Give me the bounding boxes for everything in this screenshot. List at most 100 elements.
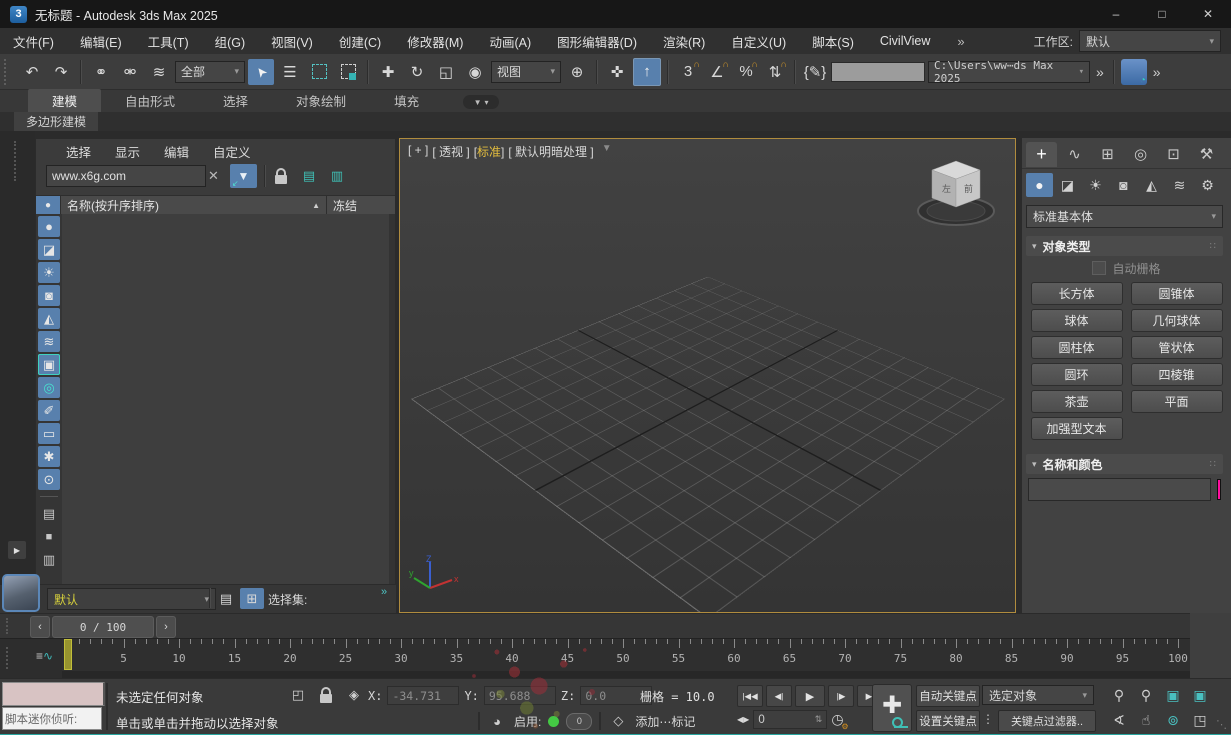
workspace-dropdown[interactable]: 默认 ▾ <box>1079 30 1221 52</box>
filter-particles-icon[interactable]: ✱ <box>38 446 60 467</box>
cat-spacewarps[interactable]: ≋ <box>1166 173 1193 197</box>
use-center-icon[interactable]: ⊕ <box>564 59 590 85</box>
explorer-log-icon[interactable]: ▥ <box>38 549 60 570</box>
isolate-selection-icon[interactable]: ◰ <box>288 685 308 705</box>
filter-bones-icon[interactable]: ✐ <box>38 400 60 421</box>
ribbon-tab-建模[interactable]: 建模 <box>28 89 102 112</box>
select-and-manipulate-icon[interactable]: ✜ <box>604 59 630 85</box>
select-object-icon[interactable]: ➤ <box>248 58 274 85</box>
cube-outline-icon[interactable]: ◇ <box>608 711 628 731</box>
maxscript-mini-listener[interactable]: 脚本迷你侦听: <box>2 707 102 730</box>
viewport-menu-general[interactable]: [ + ] <box>408 143 428 160</box>
toolbar-grip[interactable] <box>4 58 12 85</box>
menu-item-创建(C)[interactable]: 创建(C) <box>326 28 394 54</box>
create-button-四棱锥[interactable]: 四棱锥 <box>1130 363 1223 386</box>
menu-item-CivilView[interactable]: CivilView <box>867 28 943 54</box>
next-frame-button[interactable]: |▶ <box>828 685 854 707</box>
mini-curve-editor-icon[interactable]: ≡∿ <box>36 649 53 663</box>
cat-shapes[interactable]: ◪ <box>1054 173 1081 197</box>
angle-snap-icon[interactable]: ∠ ∩ <box>704 59 730 85</box>
filter-hidden-icon[interactable]: ⊙ <box>38 469 60 490</box>
filter-containers-icon[interactable]: ▭ <box>38 423 60 444</box>
expand-panel-button[interactable]: ▶ <box>8 541 26 559</box>
window-crossing-icon[interactable] <box>335 59 361 85</box>
absolute-offset-mode-icon[interactable]: ◈ <box>344 685 364 705</box>
explorer-menu-选择[interactable]: 选择 <box>54 142 103 161</box>
tab-hierarchy[interactable]: ⊞ <box>1092 142 1123 167</box>
cat-systems[interactable]: ⚙ <box>1194 173 1221 197</box>
current-frame-field[interactable]: 0 ⇅ <box>753 710 828 729</box>
explorer-list-icon[interactable]: ▤ <box>38 503 60 524</box>
orbit-icon[interactable]: ⊚ <box>1160 708 1186 732</box>
explorer-swatch-icon[interactable]: ■ <box>38 526 60 547</box>
create-button-长方体[interactable]: 长方体 <box>1030 282 1123 305</box>
viewcube[interactable]: 左 前 <box>913 155 999 231</box>
frozen-column-header[interactable]: 冻结 <box>327 197 395 214</box>
row-state-column[interactable]: ● <box>36 196 61 215</box>
default-layer-dropdown[interactable]: 默认 ▾ <box>47 588 216 610</box>
window-resize-grip[interactable]: ⋱ <box>1216 718 1227 731</box>
viewport-menu-pov[interactable]: [ 透视 ] <box>432 143 469 160</box>
unlink-selection-icon[interactable]: ⚮ <box>117 59 143 85</box>
layer-toolbar-chevron[interactable]: » <box>381 586 387 598</box>
expand-tree-icon[interactable]: ▤ <box>298 166 320 186</box>
filter-geometry-icon[interactable]: ● <box>38 216 60 237</box>
counter-pill[interactable]: 0 <box>566 712 593 730</box>
project-folder-dropdown[interactable]: C:\Users\ww⋯ds Max 2025 ▾ <box>928 59 1090 85</box>
dock-grip[interactable] <box>6 647 8 669</box>
filter-spacewarps-icon[interactable]: ≋ <box>38 331 60 352</box>
select-and-link-icon[interactable]: ⚭ <box>88 59 114 85</box>
cat-lights[interactable]: ☀ <box>1082 173 1109 197</box>
filter-xrefs-icon[interactable]: ◎ <box>38 377 60 398</box>
filter-lights-icon[interactable]: ☀ <box>38 262 60 283</box>
x-coordinate-field[interactable]: -34.731 <box>387 686 460 705</box>
reference-coordinate-dropdown[interactable]: 视图 ▾ <box>491 60 561 83</box>
filter-cameras-icon[interactable]: ◙ <box>38 285 60 306</box>
name-color-rollout-header[interactable]: ▾ 名称和颜色 ∷ <box>1026 454 1223 474</box>
object-type-rollout-header[interactable]: ▾ 对象类型 ∷ <box>1026 236 1223 256</box>
set-key-button[interactable]: 设置关键点 <box>916 710 980 732</box>
menu-item-脚本(S)[interactable]: 脚本(S) <box>799 28 867 54</box>
explorer-object-list[interactable] <box>62 214 389 584</box>
create-button-球体[interactable]: 球体 <box>1030 309 1123 332</box>
tab-utilities[interactable]: ⚒ <box>1191 142 1222 167</box>
perspective-viewport[interactable]: [ + ] [ 透视 ] [标准] [ 默认明暗处理 ] ▼ 左 前 Z x y <box>399 138 1016 613</box>
close-button[interactable]: ✕ <box>1185 0 1231 28</box>
redo-icon[interactable]: ↷ <box>48 59 74 85</box>
filter-groups-icon[interactable]: ▣ <box>38 354 60 375</box>
percent-snap-icon[interactable]: % ∩ <box>733 59 759 85</box>
bind-to-space-warp-icon[interactable]: ≋ <box>146 59 172 85</box>
zoom-all-icon[interactable]: ⚲ <box>1133 683 1159 707</box>
primitive-type-dropdown[interactable]: 标准基本体 ▾ <box>1026 205 1223 228</box>
key-mode-toggle-icon[interactable]: ◀▶ <box>737 715 749 724</box>
filter-helpers-icon[interactable]: ◭ <box>38 308 60 329</box>
keyboard-override-icon[interactable]: ↑ <box>633 57 661 86</box>
maximize-button[interactable]: □ <box>1139 0 1185 28</box>
ribbon-tab-对象绘制[interactable]: 对象绘制 <box>272 89 370 112</box>
collapse-tree-icon[interactable]: ▥ <box>326 166 348 186</box>
select-and-place-icon[interactable]: ◉ <box>462 59 488 85</box>
material-sphere-icon[interactable]: ◕ <box>487 711 507 731</box>
ribbon-tab-自由形式[interactable]: 自由形式 <box>101 89 199 112</box>
object-color-swatch[interactable] <box>1217 479 1221 500</box>
track-bar-ruler[interactable]: 0510152025303540455055606570758085909510… <box>62 639 1190 671</box>
menu-item-图形编辑器(D)[interactable]: 图形编辑器(D) <box>544 28 650 54</box>
spinner-snap-icon[interactable]: ⇅ ∩ <box>762 59 788 85</box>
zoom-region-icon[interactable]: ∢ <box>1106 708 1132 732</box>
menu-item-工具(T)[interactable]: 工具(T) <box>135 28 202 54</box>
layers-stack-icon[interactable]: ▤ <box>214 588 238 609</box>
previous-frame-button[interactable]: ◀| <box>766 685 792 707</box>
cat-helpers[interactable]: ◭ <box>1138 173 1165 197</box>
cat-geometry[interactable]: ● <box>1026 173 1053 197</box>
select-and-move-icon[interactable]: ✚ <box>375 59 401 85</box>
menu-overflow-chevron[interactable]: » <box>957 34 964 49</box>
ribbon-subtab-polygon-modeling[interactable]: 多边形建模 <box>14 112 99 131</box>
selection-filter-dropdown[interactable]: 全部 ▾ <box>175 60 245 83</box>
set-keys-button[interactable]: ✚ <box>872 684 912 732</box>
time-slider[interactable]: ‹ 0 / 100 › <box>30 616 176 638</box>
ribbon-tab-选择[interactable]: 选择 <box>199 89 272 112</box>
create-button-茶壶[interactable]: 茶壶 <box>1030 390 1123 413</box>
explorer-scrollbar[interactable] <box>389 214 395 584</box>
explorer-menu-编辑[interactable]: 编辑 <box>152 142 201 161</box>
create-button-圆柱体[interactable]: 圆柱体 <box>1030 336 1123 359</box>
